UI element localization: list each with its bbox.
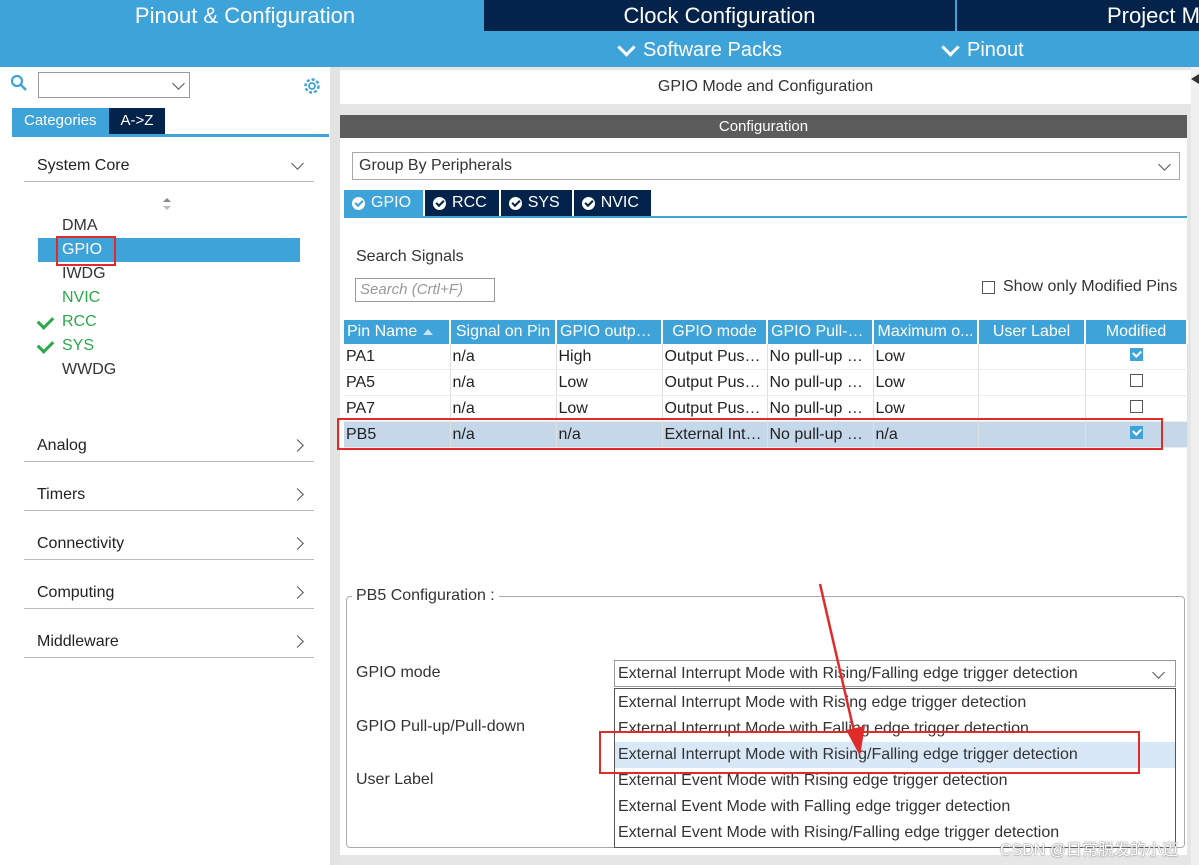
pinout-menu[interactable]: Pinout [941, 36, 1024, 64]
peripheral-nvic[interactable]: NVIC [38, 286, 300, 310]
category-connectivity[interactable]: Connectivity [24, 528, 314, 560]
tab-nvic[interactable]: NVIC [573, 190, 651, 216]
search-icon[interactable] [10, 74, 28, 92]
chevron-right-icon [291, 439, 304, 452]
tab-underline [344, 216, 1187, 218]
check-circle-icon [433, 196, 447, 210]
check-circle-icon [581, 196, 595, 210]
table-row[interactable]: PA5 n/a Low Output Push Pull No pull-up … [344, 369, 1188, 396]
chevron-down-icon [172, 77, 185, 90]
gear-icon[interactable] [302, 76, 322, 96]
category-search-combo[interactable] [38, 72, 190, 98]
highlight-box-gpio [56, 236, 116, 266]
modified-checkbox[interactable] [1129, 347, 1143, 361]
check-circle-icon [352, 196, 365, 210]
chevron-right-icon [291, 488, 304, 501]
tab-project-manager[interactable]: Project M [957, 0, 1199, 31]
category-timers[interactable]: Timers [24, 479, 314, 511]
check-icon [36, 336, 55, 354]
chevron-right-icon [291, 537, 304, 550]
watermark: CSDN @日常脱发的小迈 [1000, 842, 1179, 859]
category-middleware[interactable]: Middleware [24, 626, 314, 658]
tab-pinout-configuration[interactable]: Pinout & Configuration [8, 0, 482, 31]
chevron-down-icon [617, 37, 636, 57]
gpio-pull-label: GPIO Pull-up/Pull-down [356, 718, 525, 735]
category-computing[interactable]: Computing [24, 577, 314, 609]
show-modified-checkbox[interactable] [982, 280, 995, 294]
category-system-core[interactable]: System Core [24, 150, 314, 182]
tab-rcc[interactable]: RCC [425, 190, 499, 216]
modified-checkbox[interactable] [1129, 373, 1143, 387]
left-panel [8, 67, 330, 865]
gpio-mode-option[interactable]: External Event Mode with Falling edge tr… [615, 794, 1175, 820]
tab-a-z[interactable]: A->Z [108, 108, 166, 134]
gpio-mode-select[interactable]: External Interrupt Mode with Rising/Fall… [614, 660, 1176, 687]
chevron-right-icon [291, 635, 304, 648]
column-header-gpio-output[interactable]: GPIO output... [556, 320, 663, 344]
search-signals-label: Search Signals [356, 248, 464, 265]
check-circle-icon [508, 196, 522, 210]
sort-icon[interactable] [160, 196, 174, 212]
tab-sys[interactable]: SYS [500, 190, 572, 216]
pb5-configuration-legend: PB5 Configuration : [352, 587, 499, 605]
user-label-label: User Label [356, 771, 434, 788]
show-modified-pins[interactable]: Show only Modified Pins [982, 278, 1177, 296]
annotation-arrow-icon [818, 583, 865, 756]
tab-underline [12, 134, 329, 137]
column-header-signal[interactable]: Signal on Pin [450, 320, 557, 344]
tab-gpio[interactable]: GPIO [344, 190, 424, 216]
chevron-down-icon [1158, 158, 1171, 171]
peripheral-rcc[interactable]: RCC [36, 310, 300, 334]
check-icon [36, 312, 55, 330]
table-row[interactable]: PA1 n/a High Output Push Pull No pull-up… [344, 344, 1188, 370]
chevron-right-icon [291, 586, 304, 599]
tab-clock-configuration[interactable]: Clock Configuration [484, 0, 955, 31]
highlight-box-pb5-row [337, 418, 1163, 450]
category-analog[interactable]: Analog [24, 430, 314, 462]
peripheral-wwdg[interactable]: WWDG [38, 358, 300, 382]
chevron-down-icon [941, 37, 960, 57]
table-header-row: Pin Name Signal on Pin GPIO output... GP… [344, 320, 1188, 344]
peripheral-dma[interactable]: DMA [38, 214, 300, 238]
chevron-down-icon [1152, 666, 1165, 679]
category-tabs: Categories A->Z [12, 108, 166, 134]
software-packs-menu[interactable]: Software Packs [617, 36, 782, 64]
column-header-modified[interactable]: Modified [1085, 320, 1188, 344]
column-header-maximum-output[interactable]: Maximum o... [873, 320, 979, 344]
column-header-pin-name[interactable]: Pin Name [344, 320, 451, 344]
peripheral-sys[interactable]: SYS [36, 334, 300, 358]
scrollbar[interactable] [1191, 67, 1199, 865]
configuration-header: Configuration [340, 115, 1187, 138]
gpio-mode-option[interactable]: External Interrupt Mode with Rising edge… [615, 690, 1175, 716]
peripheral-config-tabs: GPIO RCC SYS NVIC [344, 190, 651, 216]
column-header-gpio-mode[interactable]: GPIO mode [662, 320, 768, 344]
chevron-down-icon [291, 157, 304, 170]
gpio-mode-label: GPIO mode [356, 664, 441, 681]
panel-title: GPIO Mode and Configuration [340, 70, 1191, 104]
column-header-user-label[interactable]: User Label [978, 320, 1086, 344]
modified-checkbox[interactable] [1129, 399, 1143, 413]
collapse-arrow-icon[interactable] [1191, 74, 1199, 84]
search-signals-input[interactable]: Search (Crtl+F) [355, 278, 495, 302]
panel-splitter[interactable] [330, 67, 340, 865]
tab-categories[interactable]: Categories [12, 108, 109, 134]
sort-ascending-icon [423, 328, 434, 335]
group-by-select[interactable]: Group By Peripherals [352, 152, 1180, 180]
column-header-gpio-pull[interactable]: GPIO Pull-u... [767, 320, 874, 344]
